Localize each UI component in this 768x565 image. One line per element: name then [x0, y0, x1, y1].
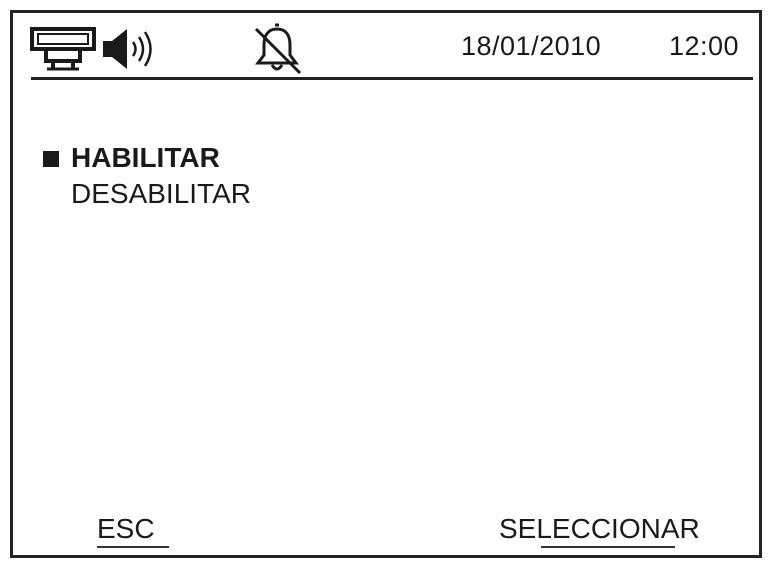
status-divider — [31, 77, 753, 80]
select-softkey-underline — [541, 546, 675, 548]
network-icon — [29, 25, 97, 71]
speaker-icon — [101, 27, 159, 71]
esc-softkey[interactable]: ESC — [97, 513, 155, 545]
selection-bullet-icon — [43, 151, 59, 167]
menu-item-label: HABILITAR — [71, 142, 220, 173]
status-time: 12:00 — [669, 31, 740, 61]
display-screen: 18/01/2010 12:00 HABILITAR DESABILITAR E… — [10, 10, 762, 558]
status-bar: 18/01/2010 12:00 — [13, 13, 759, 79]
menu-item-label: DESABILITAR — [71, 178, 251, 209]
status-date: 18/01/2010 — [461, 31, 602, 61]
select-softkey[interactable]: SELECCIONAR — [499, 513, 700, 545]
esc-softkey-underline — [97, 546, 169, 548]
alarm-off-icon — [248, 23, 306, 77]
